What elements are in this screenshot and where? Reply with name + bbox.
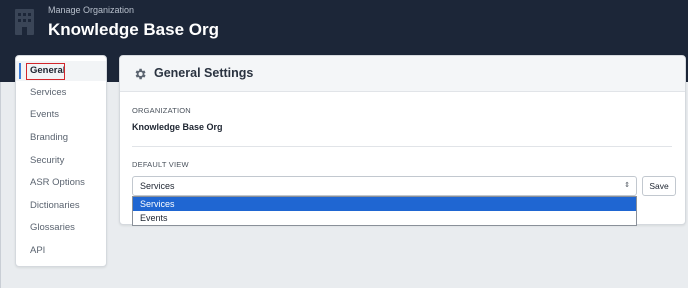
option-events[interactable]: Events — [133, 211, 636, 225]
panel-title: General Settings — [154, 66, 254, 80]
building-icon — [15, 9, 34, 35]
divider — [132, 146, 672, 147]
page-title: Knowledge Base Org — [48, 20, 219, 39]
sidebar-item-label: Glossaries — [30, 222, 75, 233]
sidebar-item-general[interactable]: General — [16, 61, 106, 81]
gear-icon — [135, 68, 146, 80]
left-border — [0, 82, 1, 288]
sidebar-item-security[interactable]: Security — [16, 151, 106, 171]
sidebar-item-asr-options[interactable]: ASR Options — [16, 173, 106, 193]
highlight-box — [26, 63, 65, 80]
sidebar-item-label: Dictionaries — [30, 200, 80, 211]
sidebar-item-events[interactable]: Events — [16, 105, 106, 125]
organization-label: ORGANIZATION — [132, 106, 191, 115]
sidebar-item-label: Services — [30, 87, 67, 98]
active-indicator — [19, 63, 21, 79]
save-button[interactable]: Save — [642, 176, 676, 196]
sidebar-item-api[interactable]: API — [16, 241, 106, 261]
sidebar-item-label: ASR Options — [30, 177, 85, 188]
sidebar-item-glossaries[interactable]: Glossaries — [16, 218, 106, 238]
settings-sidebar: General Services Events Branding Securit… — [15, 55, 107, 267]
sidebar-item-label: Events — [30, 109, 60, 120]
sidebar-item-branding[interactable]: Branding — [16, 128, 106, 148]
default-view-dropdown: Services Events — [132, 196, 637, 226]
select-value: Services — [140, 181, 175, 191]
option-services[interactable]: Services — [133, 197, 636, 211]
sidebar-item-label: Security — [30, 155, 65, 166]
sidebar-item-dictionaries[interactable]: Dictionaries — [16, 196, 106, 216]
organization-value: Knowledge Base Org — [132, 122, 223, 132]
select-caret-icon: ⇕ — [624, 182, 630, 189]
header-subtitle: Manage Organization — [48, 5, 135, 15]
default-view-label: DEFAULT VIEW — [132, 160, 189, 169]
sidebar-item-label: API — [30, 245, 46, 256]
sidebar-item-services[interactable]: Services — [16, 83, 106, 103]
default-view-select[interactable]: Services ⇕ — [132, 176, 637, 196]
panel-header: General Settings — [120, 56, 685, 92]
sidebar-item-label: Branding — [30, 132, 69, 143]
